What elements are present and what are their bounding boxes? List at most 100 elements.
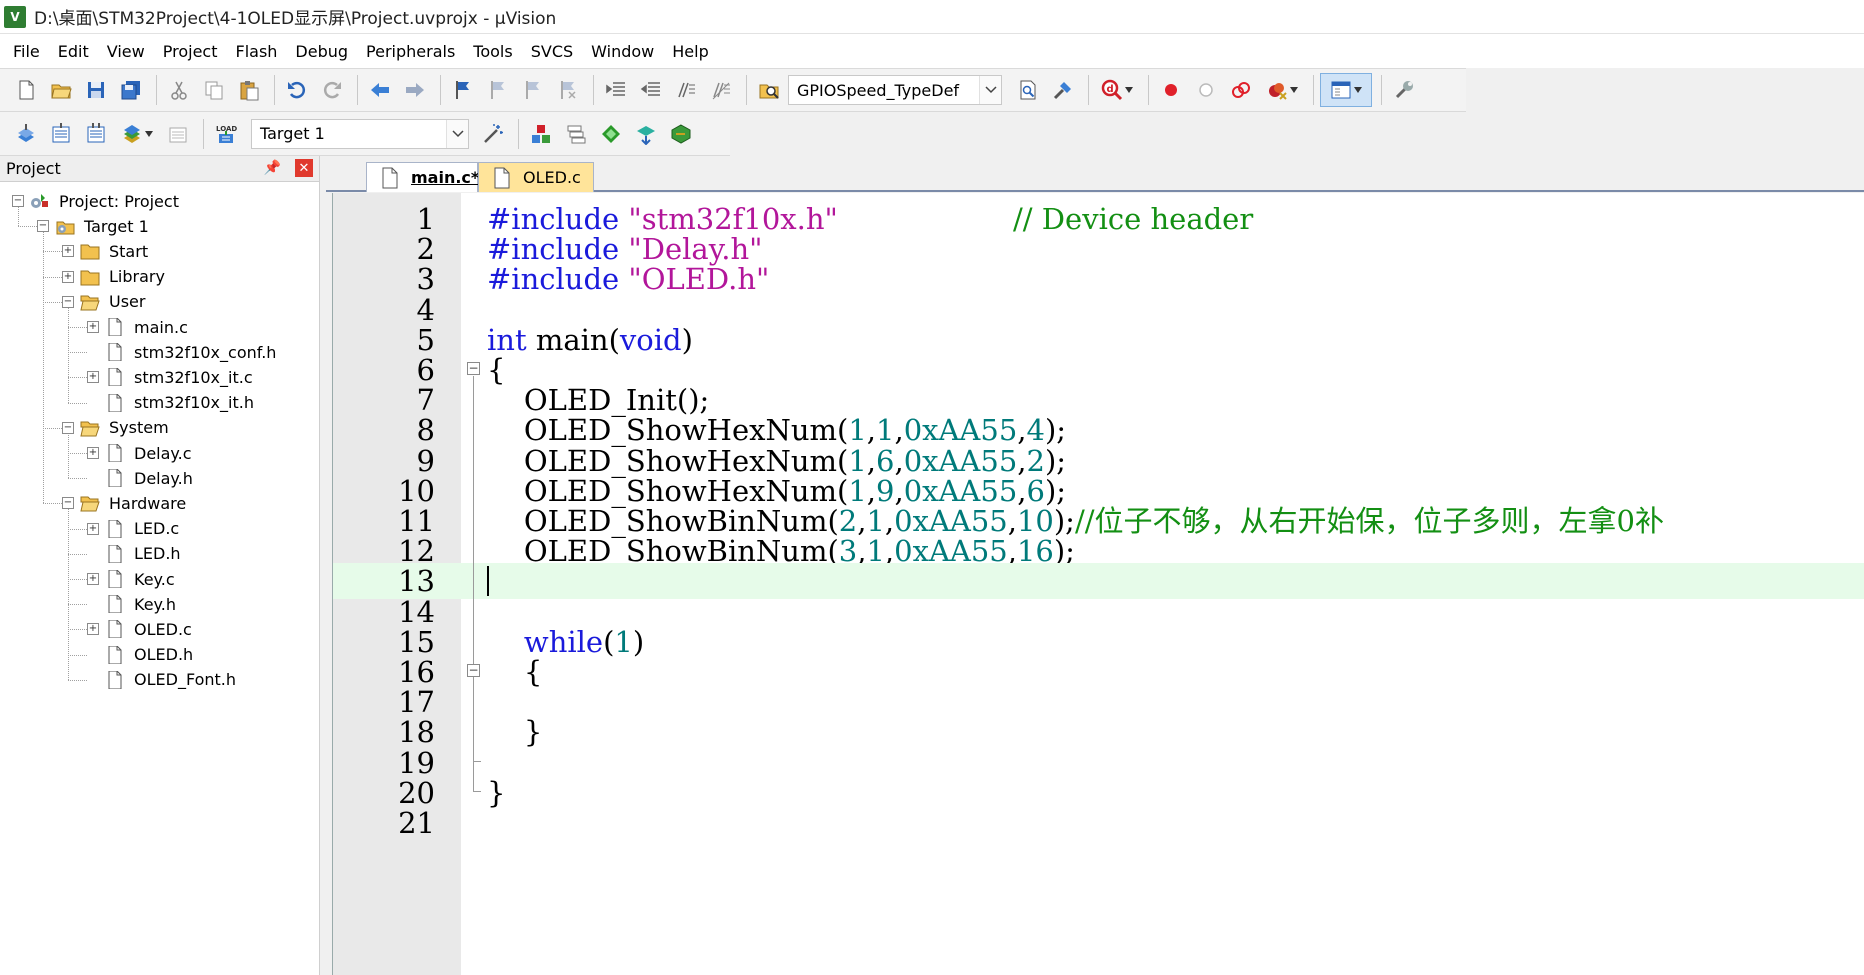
manage-project-items-button[interactable] bbox=[525, 117, 557, 151]
tree-item-delay-c[interactable]: + Delay.c bbox=[87, 440, 191, 466]
insert-bookmark-button[interactable] bbox=[447, 73, 479, 107]
tree-item-oled-h[interactable]: OLED.h bbox=[87, 642, 193, 668]
tree-item-oled-font-h[interactable]: OLED_Font.h bbox=[87, 667, 236, 693]
menu-peripherals[interactable]: Peripherals bbox=[357, 38, 464, 65]
disable-all-breakpoints-button[interactable] bbox=[1225, 73, 1257, 107]
pack-installer-button[interactable] bbox=[630, 117, 662, 151]
next-bookmark-button[interactable] bbox=[517, 73, 549, 107]
tree-item-label: stm32f10x_it.c bbox=[134, 367, 253, 387]
navigate-forward-button[interactable] bbox=[399, 73, 431, 107]
tree-item-system[interactable]: − System bbox=[62, 415, 169, 441]
tree-item-stm32f10x-it-h[interactable]: stm32f10x_it.h bbox=[87, 390, 254, 416]
tree-item-start[interactable]: + Start bbox=[62, 238, 148, 264]
manage-run-time-button[interactable] bbox=[595, 117, 627, 151]
tab-oled-c[interactable]: OLED.c bbox=[478, 162, 594, 192]
expand-icon[interactable]: + bbox=[62, 270, 74, 283]
close-icon[interactable]: ✕ bbox=[295, 159, 313, 177]
menu-tools[interactable]: Tools bbox=[464, 38, 521, 65]
paste-button[interactable] bbox=[233, 73, 265, 107]
tree-item-led-h[interactable]: LED.h bbox=[87, 541, 181, 567]
tree-item-user[interactable]: − User bbox=[62, 289, 145, 315]
redo-button[interactable] bbox=[316, 73, 348, 107]
uncomment-selection-button[interactable] bbox=[705, 73, 737, 107]
cut-button[interactable] bbox=[163, 73, 195, 107]
target-select[interactable]: Target 1 bbox=[251, 118, 469, 149]
save-all-button[interactable] bbox=[115, 73, 147, 107]
expand-icon[interactable]: + bbox=[87, 447, 99, 459]
tree-item-stm32f10x-conf-h[interactable]: stm32f10x_conf.h bbox=[87, 339, 276, 365]
collapse-icon[interactable]: − bbox=[37, 220, 49, 233]
window-layout-button[interactable] bbox=[1320, 73, 1372, 107]
translate-button[interactable] bbox=[10, 117, 42, 151]
chevron-down-icon[interactable] bbox=[446, 119, 468, 148]
unindent-button[interactable] bbox=[635, 73, 667, 107]
expand-icon[interactable]: + bbox=[87, 573, 99, 585]
translate-icon bbox=[18, 123, 34, 142]
clear-bookmarks-button[interactable] bbox=[552, 73, 584, 107]
pin-icon[interactable]: 📌 bbox=[264, 160, 281, 176]
code-editor[interactable]: 1 #include "stm32f10x.h" // Device header… bbox=[332, 193, 1864, 975]
enable-breakpoint-button[interactable] bbox=[1190, 73, 1222, 107]
expand-icon[interactable]: + bbox=[87, 522, 99, 535]
menu-help[interactable]: Help bbox=[663, 38, 717, 65]
tree-item-stm32f10x-it-c[interactable]: + stm32f10x_it.c bbox=[87, 364, 253, 390]
batch-build-button[interactable] bbox=[115, 117, 159, 151]
rebuild-button[interactable] bbox=[80, 117, 112, 151]
configure-button[interactable] bbox=[1388, 73, 1420, 107]
indent-button[interactable] bbox=[600, 73, 632, 107]
expand-icon[interactable]: + bbox=[62, 245, 74, 258]
menu-window[interactable]: Window bbox=[582, 38, 663, 65]
tree-item-library[interactable]: + Library bbox=[62, 264, 165, 290]
new-file-button[interactable] bbox=[10, 73, 42, 107]
start-debug-button[interactable]: d bbox=[1095, 73, 1139, 107]
tab-main-c[interactable]: main.c* bbox=[366, 162, 479, 192]
collapse-icon[interactable]: − bbox=[62, 295, 74, 308]
select-packs-button[interactable] bbox=[560, 117, 592, 151]
save-button[interactable] bbox=[80, 73, 112, 107]
chevron-down-icon[interactable] bbox=[979, 76, 1001, 104]
debug-session-button[interactable] bbox=[1047, 73, 1079, 107]
menu-view[interactable]: View bbox=[98, 38, 154, 65]
menu-project[interactable]: Project bbox=[154, 38, 227, 65]
menu-edit[interactable]: Edit bbox=[49, 38, 98, 65]
component-viewer-button[interactable] bbox=[665, 117, 697, 151]
expand-icon[interactable]: + bbox=[87, 321, 99, 333]
code-line[interactable]: 21 bbox=[333, 805, 1864, 841]
tree-item-delay-h[interactable]: Delay.h bbox=[87, 465, 193, 491]
collapse-icon[interactable]: − bbox=[62, 497, 74, 510]
fold-collapse-icon[interactable]: − bbox=[467, 664, 480, 677]
comment-selection-button[interactable] bbox=[670, 73, 702, 107]
fold-collapse-icon[interactable]: − bbox=[467, 362, 480, 375]
tree-item-hardware[interactable]: − Hardware bbox=[62, 490, 186, 516]
find-combo[interactable]: GPIOSpeed_TypeDef bbox=[788, 75, 1002, 105]
menu-svcs[interactable]: SVCS bbox=[522, 38, 582, 65]
download-button[interactable]: LOAD bbox=[210, 117, 242, 151]
kill-all-breakpoints-button[interactable] bbox=[1260, 73, 1304, 107]
menu-file[interactable]: File bbox=[4, 38, 49, 65]
find-in-files-button[interactable] bbox=[753, 73, 785, 107]
tree-item-key-h[interactable]: Key.h bbox=[87, 591, 176, 617]
navigate-back-button[interactable] bbox=[364, 73, 396, 107]
project-tree: − Project: Project − Target 1 + Start + Library… bbox=[0, 182, 319, 962]
insert-breakpoint-button[interactable] bbox=[1155, 73, 1187, 107]
tree-item-oled-c[interactable]: + OLED.c bbox=[87, 616, 192, 642]
tree-item-target-1[interactable]: − Target 1 bbox=[37, 213, 149, 239]
tree-item-main-c[interactable]: + main.c bbox=[87, 314, 188, 340]
menu-flash[interactable]: Flash bbox=[226, 38, 286, 65]
prev-bookmark-button[interactable] bbox=[482, 73, 514, 107]
collapse-icon[interactable]: − bbox=[62, 421, 74, 434]
tree-item-key-c[interactable]: + Key.c bbox=[87, 566, 175, 592]
tree-item-led-c[interactable]: + LED.c bbox=[87, 516, 179, 542]
build-button[interactable] bbox=[45, 117, 77, 151]
incremental-find-button[interactable] bbox=[1012, 73, 1044, 107]
expand-icon[interactable]: + bbox=[87, 623, 99, 636]
tree-item-project-project[interactable]: − Project: Project bbox=[12, 188, 179, 214]
menu-debug[interactable]: Debug bbox=[286, 38, 357, 65]
stop-build-button[interactable] bbox=[162, 117, 194, 151]
target-options-button[interactable] bbox=[477, 117, 509, 151]
open-file-button[interactable] bbox=[45, 73, 77, 107]
undo-button[interactable] bbox=[281, 73, 313, 107]
collapse-icon[interactable]: − bbox=[12, 195, 24, 207]
expand-icon[interactable]: + bbox=[87, 371, 99, 384]
copy-button[interactable] bbox=[198, 73, 230, 107]
